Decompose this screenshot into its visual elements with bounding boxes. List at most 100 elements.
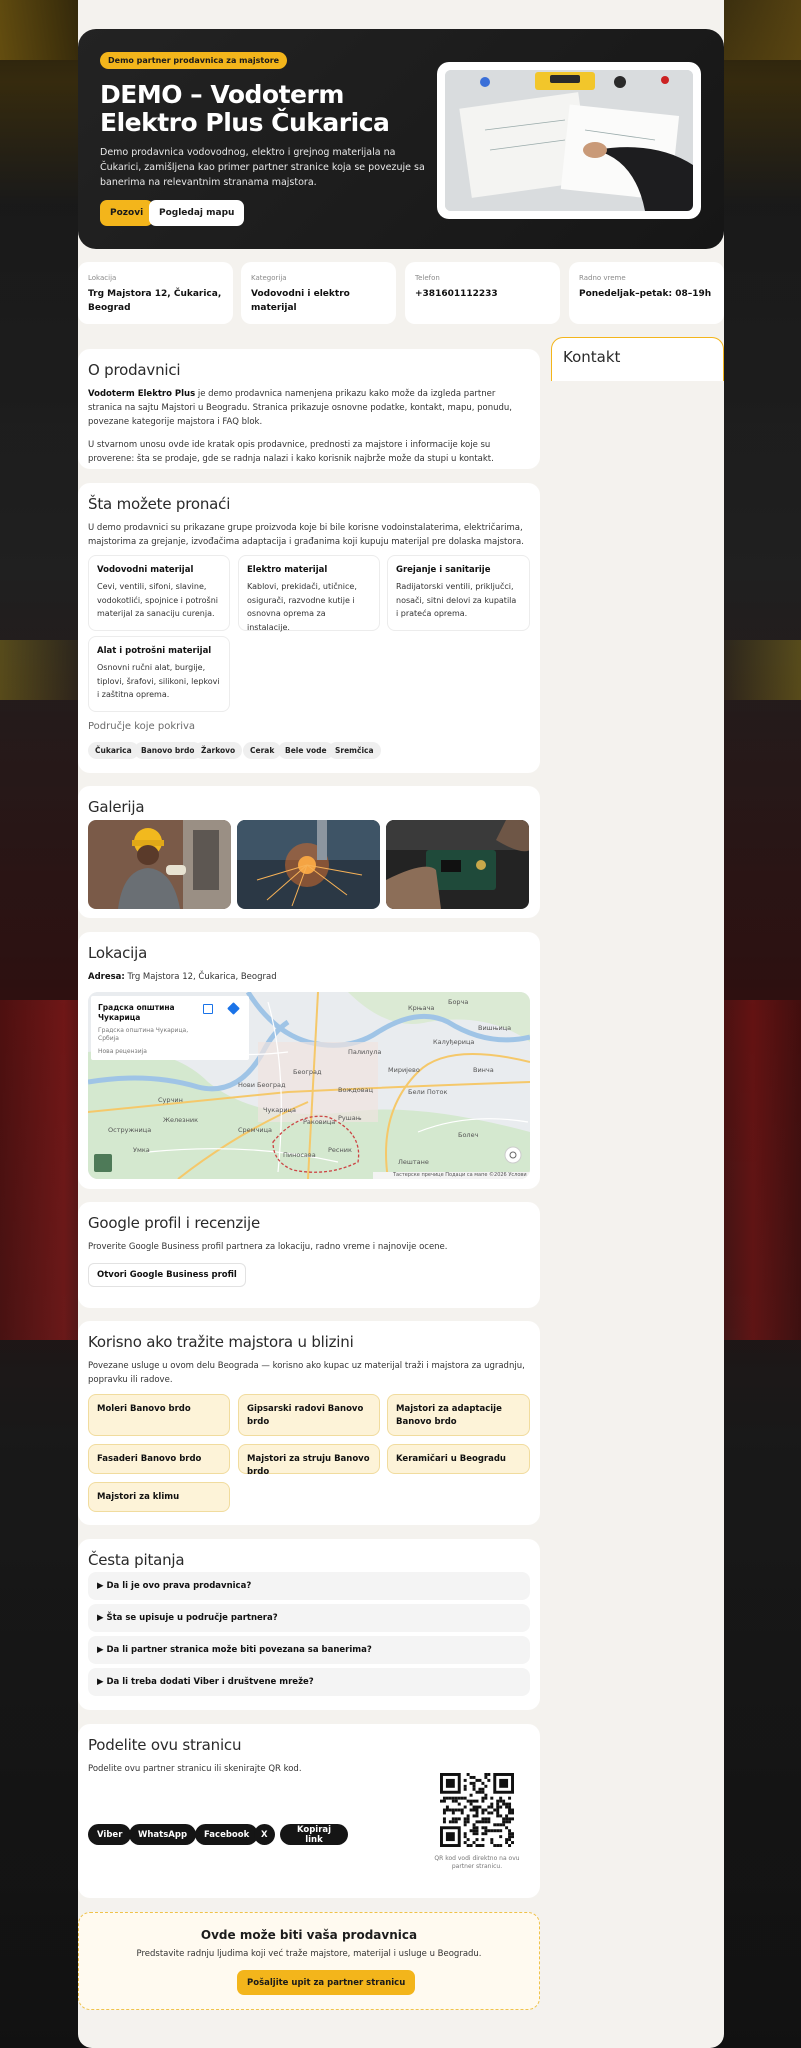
related-link[interactable]: Majstori za adaptacije Banovo brdo xyxy=(387,1394,530,1436)
card-text: Kablovi, prekidači, utičnice, osigurači,… xyxy=(247,582,357,632)
new-review-link[interactable]: Нова рецензија xyxy=(98,1048,242,1055)
area-title: Područje koje pokriva xyxy=(88,721,196,732)
map-attribution: Тастерске пречице Подаци са мапе ©2026 У… xyxy=(393,1172,527,1178)
about-paragraph: U stvarnom unosu ovde ide kratak opis pr… xyxy=(88,440,494,464)
area-chip-list: Čukarica Banovo brdo Žarkovo Cerak Bele … xyxy=(88,742,528,759)
offer-intro: U demo prodavnici su prikazane grupe pro… xyxy=(88,523,524,547)
card-title: Alat i potrošni materijal xyxy=(97,646,212,656)
address-label: Adresa: xyxy=(88,972,125,982)
related-link[interactable]: Fasaderi Banovo brdo xyxy=(88,1444,230,1474)
map-layers-icon[interactable] xyxy=(94,1154,112,1172)
map-place-label: Железник xyxy=(163,1116,198,1124)
qr-code-box: QR kod vodi direktno na ovu partner stra… xyxy=(429,1773,525,1881)
gallery-image-electrician[interactable] xyxy=(88,820,231,909)
map-place-label: Умка xyxy=(133,1146,150,1154)
address-line: Adresa: Trg Majstora 12, Čukarica, Beogr… xyxy=(88,970,530,984)
section-title: Lokacija xyxy=(88,944,148,962)
map-place-label: Бели Поток xyxy=(408,1088,448,1096)
contact-panel: Kontakt xyxy=(551,337,724,381)
card-text: Osnovni ručni alat, burgije, tiplovi, šr… xyxy=(97,663,220,699)
area-chip: Banovo brdo xyxy=(134,742,202,759)
faq-item[interactable]: ▶ Da li je ovo prava prodavnica? xyxy=(88,1572,530,1600)
map-place-label: Вишњица xyxy=(478,1024,511,1032)
offer-card: Grejanje i sanitarije Radijatorski venti… xyxy=(387,555,530,631)
page-title: DEMO – Vodoterm Elektro Plus Čukarica xyxy=(100,80,390,137)
map-place-label: Сремчица xyxy=(238,1126,272,1134)
faq-item[interactable]: ▶ Da li partner stranica može biti povez… xyxy=(88,1636,530,1664)
partner-request-button[interactable]: Pošaljite upit za partner stranicu xyxy=(237,1970,416,1995)
gallery-grid xyxy=(88,820,530,909)
map-place-label: Београд xyxy=(293,1068,322,1076)
copy-link-button[interactable]: Kopiraj link xyxy=(280,1824,348,1845)
embedded-map[interactable]: Земун Београд Палилула Крњача Борча Сурч… xyxy=(88,992,530,1179)
cta-title: Ovde može biti vaša prodavnica xyxy=(200,1928,418,1942)
hero-description: Demo prodavnica vodovodnog, elektro i gr… xyxy=(100,147,425,188)
cta-text: Predstavite radnju ljudima koji već traž… xyxy=(136,1949,482,1959)
area-chip: Žarkovo xyxy=(194,742,243,759)
section-title: Korisno ako tražite majstora u blizini xyxy=(88,1333,354,1351)
share-facebook-button[interactable]: Facebook xyxy=(195,1824,259,1845)
area-chip: Cerak xyxy=(243,742,282,759)
address-value: Trg Majstora 12, Čukarica, Beograd xyxy=(127,972,277,982)
area-chip: Bele vode xyxy=(278,742,334,759)
partner-cta: Ovde može biti vaša prodavnica Predstavi… xyxy=(78,1912,540,2010)
share-x-button[interactable]: X xyxy=(254,1824,275,1845)
info-label: Telefon xyxy=(415,274,440,282)
area-chip: Čukarica xyxy=(88,742,139,759)
section-title: Podelite ovu stranicu xyxy=(88,1736,242,1754)
related-text: Povezane usluge u ovom delu Beograda — k… xyxy=(88,1361,525,1385)
card-text: Radijatorski ventili, priključci, nosači… xyxy=(396,582,517,618)
area-chip: Sremčica xyxy=(328,742,381,759)
faq-item[interactable]: ▶ Da li treba dodati Viber i društvene m… xyxy=(88,1668,530,1696)
directions-icon[interactable] xyxy=(227,1002,240,1015)
share-viber-button[interactable]: Viber xyxy=(88,1824,132,1845)
card-title: Vodovodni materijal xyxy=(97,565,194,575)
related-link[interactable]: Moleri Banovo brdo xyxy=(88,1394,230,1436)
faq-item[interactable]: ▶ Šta se upisuje u područje partnera? xyxy=(88,1604,530,1632)
info-label: Kategorija xyxy=(251,274,287,282)
map-place-label: Калуђерица xyxy=(433,1038,474,1046)
info-card-hours: Radno vreme Ponedeljak–petak: 08–19h xyxy=(569,262,724,324)
map-place-label: Ресник xyxy=(328,1146,352,1154)
fullscreen-icon[interactable] xyxy=(505,1147,521,1163)
info-label: Lokacija xyxy=(88,274,117,282)
open-in-maps-icon[interactable] xyxy=(203,1004,213,1014)
related-link[interactable]: Gipsarski radovi Banovo brdo xyxy=(238,1394,380,1436)
info-value[interactable]: +381601112233 xyxy=(415,287,550,301)
share-section: Podelite ovu stranicu Podelite ovu partn… xyxy=(78,1724,540,1898)
map-place-label: Рушањ xyxy=(338,1114,362,1122)
related-link[interactable]: Keramičari u Beogradu xyxy=(387,1444,530,1474)
offer-card: Vodovodni materijal Cevi, ventili, sifon… xyxy=(88,555,230,631)
map-place-label: Лештане xyxy=(398,1158,429,1166)
section-title: Česta pitanja xyxy=(88,1551,185,1569)
google-profile-button[interactable]: Otvori Google Business profil xyxy=(88,1263,246,1287)
gallery-image-grinder[interactable] xyxy=(237,820,380,909)
info-card-phone[interactable]: Telefon +381601112233 xyxy=(405,262,560,324)
related-link[interactable]: Majstori za klimu xyxy=(88,1482,230,1512)
map-place-label: Остружница xyxy=(108,1126,151,1134)
related-link[interactable]: Majstori za struju Banovo brdo xyxy=(238,1444,380,1477)
map-place-label: Винча xyxy=(473,1066,494,1074)
card-title: Elektro materijal xyxy=(247,565,328,575)
view-map-button[interactable]: Pogledaj mapu xyxy=(149,200,245,226)
map-place-label: Вождовац xyxy=(338,1086,374,1094)
info-value: Trg Majstora 12, Čukarica, Beograd xyxy=(88,289,222,313)
call-button[interactable]: Pozovi xyxy=(100,200,154,226)
hero-banner: Demo partner prodavnica za majstore DEMO… xyxy=(78,29,724,249)
map-place-label: Нови Београд xyxy=(238,1081,286,1089)
demo-badge: Demo partner prodavnica za majstore xyxy=(100,52,288,69)
info-value: Ponedeljak–petak: 08–19h xyxy=(579,289,712,299)
share-buttons: Viber WhatsApp Facebook X Kopiraj link xyxy=(88,1824,348,1845)
map-place-label: Палилула xyxy=(348,1048,381,1056)
map-place-label: Крњача xyxy=(408,1004,434,1012)
share-whatsapp-button[interactable]: WhatsApp xyxy=(129,1824,197,1845)
google-profile-section: Google profil i recenzije Proverite Goog… xyxy=(78,1202,540,1308)
gallery-image-circuit[interactable] xyxy=(386,820,529,909)
faq-section: Česta pitanja ▶ Da li je ovo prava proda… xyxy=(78,1539,540,1710)
info-card-location: Lokacija Trg Majstora 12, Čukarica, Beog… xyxy=(78,262,233,324)
map-place-label: Сурчин xyxy=(158,1096,183,1104)
google-text: Proverite Google Business profil partner… xyxy=(88,1242,448,1252)
map-info-card: Градска општина Чукарица Градска општина… xyxy=(91,996,249,1060)
about-paragraph: Vodoterm Elektro Plus je demo prodavnica… xyxy=(88,387,530,429)
about-section: O prodavnici Vodoterm Elektro Plus je de… xyxy=(78,349,540,469)
